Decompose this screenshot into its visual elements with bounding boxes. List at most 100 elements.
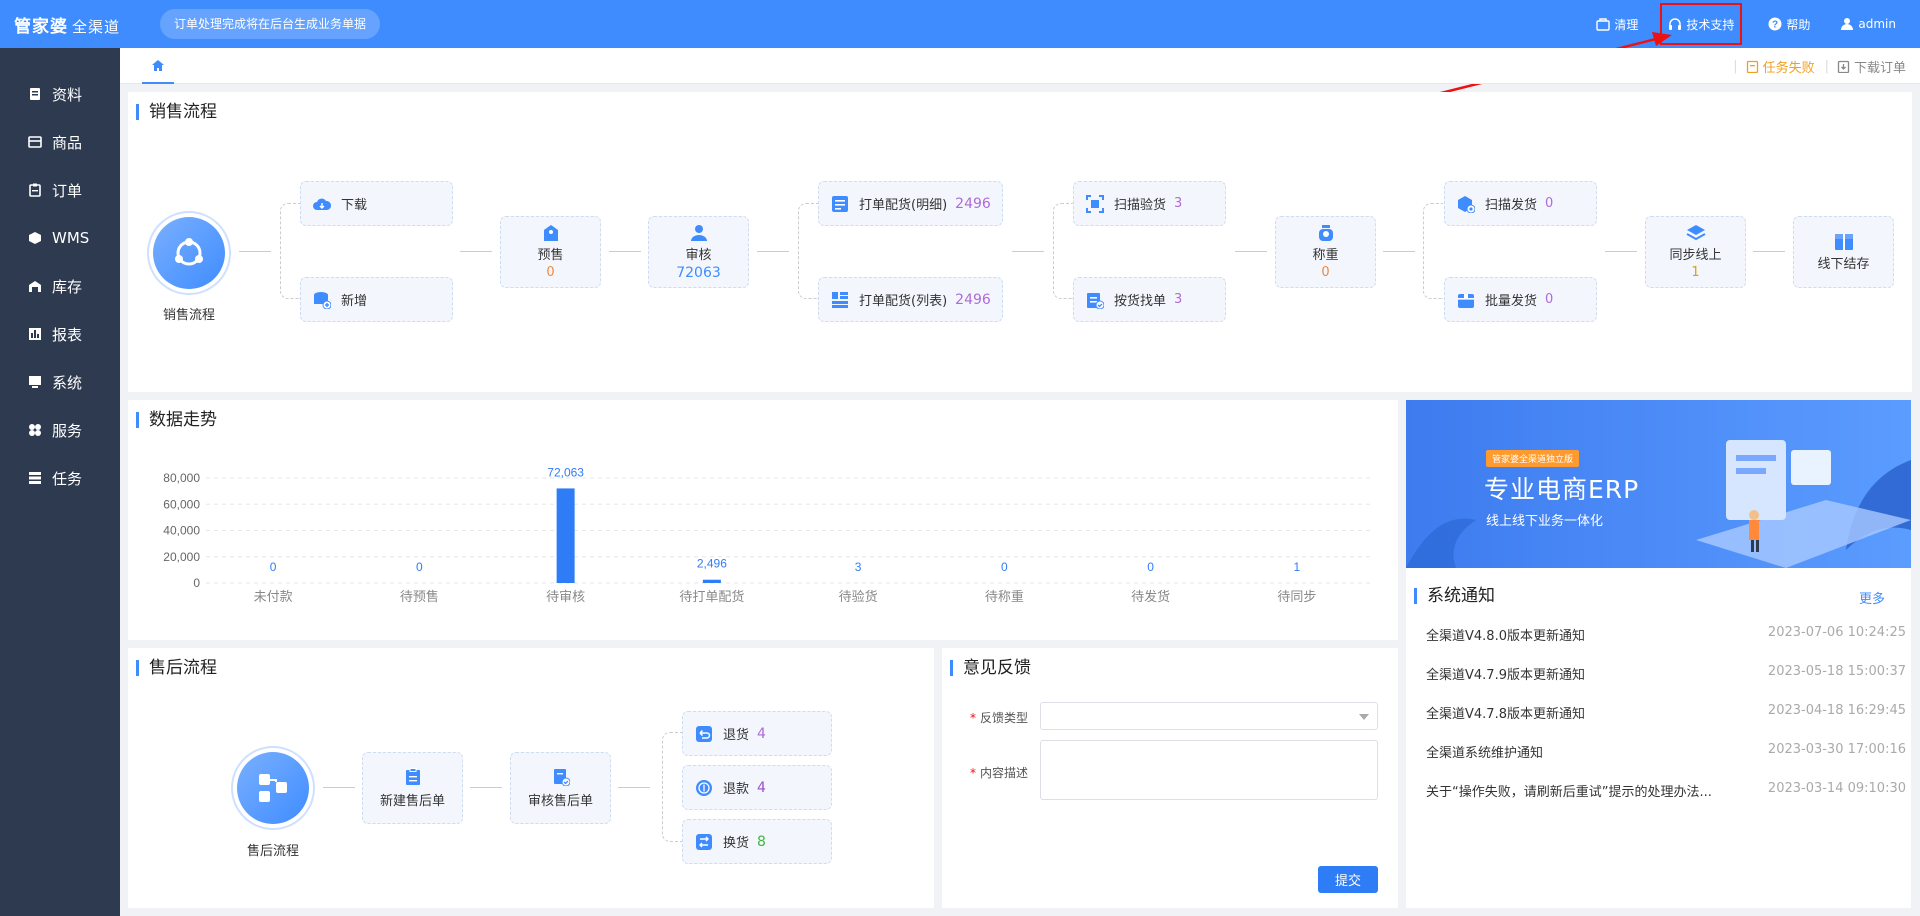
sidebar-item-data[interactable]: 资料 (0, 70, 120, 118)
y-tick-label: 80,000 (163, 471, 200, 485)
list-icon (28, 471, 42, 485)
feedback-title: 意见反馈 (950, 660, 1031, 677)
new-aftersale-node[interactable]: 新建售后单 (362, 752, 463, 824)
sales-flow-root-label: 销售流程 (162, 308, 215, 323)
batch-ship-node[interactable]: 批量发货 0 (1444, 277, 1597, 322)
flow-icon (259, 774, 287, 802)
x-tick-label: 待发货 (1131, 589, 1170, 605)
bar-value-label: 0 (1001, 560, 1008, 574)
database-add-icon (313, 291, 331, 309)
aftersale-root[interactable] (231, 746, 315, 830)
x-tick-label: 待验货 (839, 589, 878, 605)
trend-bar-chart: 0 20,000 40,000 60,000 80,000 0 未付款 0 待预售 72,063 待… (163, 465, 1370, 605)
task-fail-link[interactable]: 任务失败 (1746, 57, 1815, 76)
home-icon (152, 59, 164, 71)
user-check-icon (690, 224, 707, 241)
refund-coin-icon (695, 779, 713, 797)
checklist-icon (1086, 291, 1104, 309)
bar-value-label: 2,496 (697, 557, 727, 571)
store-box-icon (1834, 233, 1853, 250)
exchange-icon (695, 833, 713, 851)
notices-more-link[interactable]: 更多 (1859, 588, 1885, 607)
audit-node[interactable]: 审核 72063 (648, 216, 749, 288)
package-scan-icon (1457, 195, 1475, 213)
download-node[interactable]: 下载 (300, 181, 453, 226)
bar (702, 579, 721, 583)
feedback-type-label: * 反馈类型 (970, 711, 1029, 725)
scan-icon (1086, 194, 1104, 213)
share-icon (175, 238, 203, 266)
x-tick-label: 待预售 (400, 589, 439, 605)
system-notice-title: 系统通知 (1414, 588, 1495, 605)
presale-node[interactable]: 预售 0 (500, 216, 601, 288)
feedback-submit-button[interactable]: 提交 (1318, 866, 1378, 893)
weigh-node[interactable]: 称重 0 (1275, 216, 1376, 288)
notice-item[interactable]: 全渠道V4.7.9版本更新通知 2023-05-18 15:00:37 (1426, 664, 1906, 683)
bar-value-label: 0 (416, 560, 423, 574)
sidebar-item-service[interactable]: 服务 (0, 406, 120, 454)
return-goods-node[interactable]: 退货 4 (682, 711, 832, 756)
bar-value-label: 72,063 (547, 465, 584, 479)
notice-item[interactable]: 全渠道V4.8.0版本更新通知 2023-07-06 10:24:25 (1426, 625, 1906, 644)
file-icon (28, 87, 42, 101)
bar (556, 488, 575, 583)
grid-icon (28, 423, 42, 437)
warehouse-icon (28, 279, 42, 293)
y-tick-label: 60,000 (163, 497, 200, 511)
batch-box-icon (1457, 291, 1475, 309)
print-detail-node[interactable]: 打单配货(明细) 2496 (818, 181, 1003, 226)
feedback-content-label: * 内容描述 (970, 766, 1029, 780)
print-list-node[interactable]: 打单配货(列表) 2496 (818, 277, 1003, 322)
tab-home[interactable] (142, 48, 174, 84)
refund-node[interactable]: 退款 4 (682, 765, 832, 810)
aftersale-title: 售后流程 (136, 660, 217, 677)
pick-by-goods-node[interactable]: 按货找单 3 (1073, 277, 1226, 322)
add-node[interactable]: 新增 (300, 277, 453, 322)
banner-illustration (1406, 440, 1911, 568)
x-tick-label: 待称重 (985, 589, 1024, 605)
bar-chart-icon (28, 327, 42, 341)
y-tick-label: 0 (193, 576, 200, 590)
layers-icon (1686, 225, 1705, 241)
chevron-down-icon (1359, 714, 1369, 720)
cloud-icon (313, 195, 331, 213)
sidebar-item-wms[interactable]: WMS (0, 214, 120, 262)
notice-item[interactable]: 全渠道V4.7.8版本更新通知 2023-04-18 16:29:45 (1426, 703, 1906, 722)
monitor-icon (28, 375, 42, 389)
return-icon (695, 725, 713, 743)
sync-online-node[interactable]: 同步线上 1 (1645, 216, 1746, 288)
scan-check-node[interactable]: 扫描验货 3 (1073, 181, 1226, 226)
scan-ship-node[interactable]: 扫描发货 0 (1444, 181, 1597, 226)
promo-banner[interactable]: 管家婆全渠道独立版 专业电商ERP 线上线下业务一体化 (1406, 400, 1911, 568)
bar-value-label: 0 (1147, 560, 1154, 574)
sales-flow-root[interactable] (147, 211, 231, 295)
notice-item[interactable]: 全渠道系统维护通知 2023-03-30 17:00:16 (1426, 742, 1906, 761)
download-icon (1837, 60, 1850, 73)
feedback-content-textarea[interactable] (1040, 740, 1378, 800)
clipboard-icon (28, 183, 42, 197)
y-tick-label: 40,000 (163, 524, 200, 538)
sidebar: 资料 商品 订单 WMS 库存 报表 系统 服务 任务 (0, 48, 120, 916)
notice-item[interactable]: 关于“操作失败，请刷新后重试”提示的处理办法... 2023-03-14 09:1… (1426, 781, 1906, 800)
list-view-icon (831, 291, 849, 309)
audit-aftersale-node[interactable]: 审核售后单 (510, 752, 611, 824)
sidebar-item-system[interactable]: 系统 (0, 358, 120, 406)
exchange-node[interactable]: 换货 8 (682, 819, 832, 864)
sidebar-item-orders[interactable]: 订单 (0, 166, 120, 214)
sidebar-item-inventory[interactable]: 库存 (0, 262, 120, 310)
sidebar-item-tasks[interactable]: 任务 (0, 454, 120, 502)
sidebar-item-reports[interactable]: 报表 (0, 310, 120, 358)
document-icon (831, 195, 849, 213)
aftersale-root-label: 售后流程 (246, 844, 299, 859)
offline-settle-node[interactable]: 线下结存 (1793, 216, 1894, 288)
document-check-icon (553, 768, 570, 786)
clipboard-icon (1746, 60, 1758, 73)
clipboard-icon (405, 767, 420, 785)
tab-bar: | 任务失败 | 下载订单 (120, 48, 1920, 84)
feedback-type-select[interactable] (1040, 702, 1378, 730)
y-tick-label: 20,000 (163, 550, 200, 564)
sidebar-item-goods[interactable]: 商品 (0, 118, 120, 166)
x-tick-label: 待审核 (546, 590, 585, 605)
download-orders-link[interactable]: 下载订单 (1837, 57, 1906, 76)
tag-icon (543, 225, 558, 241)
